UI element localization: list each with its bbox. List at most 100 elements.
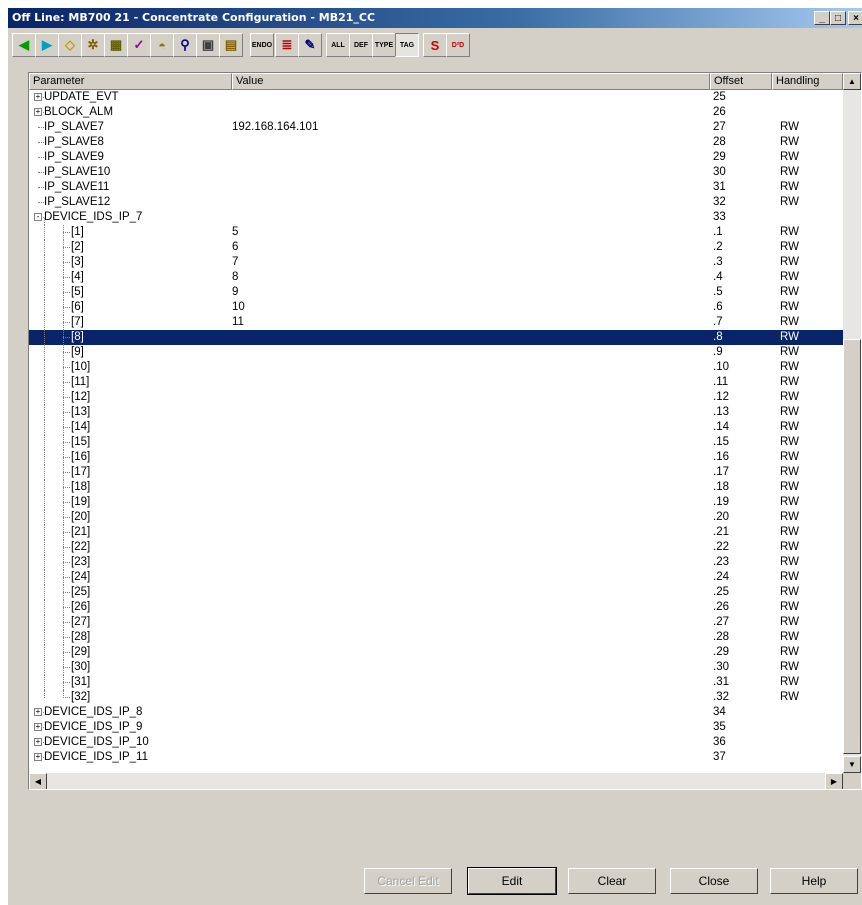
table-row[interactable]: [21] .21 RW [29,525,843,540]
device-edit-icon[interactable]: ▦ [104,33,128,57]
close-window-button[interactable]: × [848,11,862,25]
table-row[interactable]: [24] .24 RW [29,570,843,585]
wrench-icon[interactable]: ✓ [127,33,151,57]
table-row[interactable]: [11] .11 RW [29,375,843,390]
clear-button[interactable]: Clear [568,868,656,894]
table-row[interactable]: [12] .12 RW [29,390,843,405]
type-block-icon[interactable]: TYPE [372,33,396,57]
table-row[interactable]: IP_SLAVE9 29 RW [29,150,843,165]
table-row[interactable]: + DEVICE_IDS_IP_9 35 [29,720,843,735]
table-row[interactable]: [29] .29 RW [29,645,843,660]
table-row[interactable]: [13] .13 RW [29,405,843,420]
scroll-right-icon[interactable]: ▶ [825,773,843,789]
table-row[interactable]: [15] .15 RW [29,435,843,450]
table-row[interactable]: IP_SLAVE8 28 RW [29,135,843,150]
document-icon[interactable]: ▤ [219,33,243,57]
parameter-value[interactable]: 10 [232,300,245,315]
close-button[interactable]: Close [670,868,758,894]
column-header-parameter[interactable]: Parameter [29,73,232,90]
table-row[interactable]: [1] 5 .1 RW [29,225,843,240]
table-row[interactable]: [25] .25 RW [29,585,843,600]
pen-icon[interactable]: ✎ [298,33,322,57]
scroll-left-icon[interactable]: ◀ [29,773,47,789]
table-row[interactable]: [2] 6 .2 RW [29,240,843,255]
def-block-icon[interactable]: DEF [349,33,373,57]
table-row[interactable]: [32] .32 RW [29,690,843,705]
table-row[interactable]: + UPDATE_EVT 25 [29,90,843,105]
table-row[interactable]: [23] .23 RW [29,555,843,570]
maximize-button[interactable]: □ [830,11,846,25]
table-row[interactable]: IP_SLAVE7 192.168.164.101 27 RW [29,120,843,135]
table-row[interactable]: [8] .8 RW [29,330,843,345]
parameter-value[interactable]: 192.168.164.101 [232,120,318,135]
right-arrow-icon[interactable]: ▶ [35,33,59,57]
collapse-icon[interactable]: - [34,213,42,221]
column-header-value[interactable]: Value [232,73,710,90]
table-row[interactable]: + DEVICE_IDS_IP_10 36 [29,735,843,750]
table-row[interactable]: [28] .28 RW [29,630,843,645]
table-row[interactable]: [9] .9 RW [29,345,843,360]
calculator-icon[interactable]: ▣ [196,33,220,57]
d2d-icon[interactable]: D²D [446,33,470,57]
parameter-value[interactable]: 9 [232,285,238,300]
table-row[interactable]: [30] .30 RW [29,660,843,675]
expand-icon[interactable]: + [34,753,42,761]
expand-icon[interactable]: + [34,723,42,731]
tag-block-icon[interactable]: TAG [395,33,419,57]
scroll-thumb[interactable] [843,339,861,754]
expand-icon[interactable]: + [34,93,42,101]
table-row[interactable]: [26] .26 RW [29,600,843,615]
table-row[interactable]: [5] 9 .5 RW [29,285,843,300]
table-row[interactable]: + DEVICE_IDS_IP_11 37 [29,750,843,765]
expand-icon[interactable]: + [34,708,42,716]
column-header-offset[interactable]: Offset [710,73,772,90]
parameter-value[interactable]: 6 [232,240,238,255]
table-row[interactable]: IP_SLAVE12 32 RW [29,195,843,210]
all-block-icon[interactable]: ALL [326,33,350,57]
table-row[interactable]: [17] .17 RW [29,465,843,480]
minimize-button[interactable]: _ [814,11,830,25]
diamond-icon[interactable]: ◇ [58,33,82,57]
table-row[interactable]: + DEVICE_IDS_IP_8 34 [29,705,843,720]
table-row[interactable]: [18] .18 RW [29,480,843,495]
magnifier-icon[interactable]: ⚲ [173,33,197,57]
endo-icon[interactable]: ENDO [250,33,274,57]
table-row[interactable]: [7] 11.7 RW [29,315,843,330]
left-arrow-icon[interactable]: ◀ [12,33,36,57]
gear-icon[interactable]: ✲ [81,33,105,57]
table-row[interactable]: [22] .22 RW [29,540,843,555]
parameter-value[interactable]: 7 [232,255,238,270]
parameter-value[interactable]: 5 [232,225,238,240]
expand-icon[interactable]: + [34,738,42,746]
table-row[interactable]: [10] .10 RW [29,360,843,375]
table-row[interactable]: IP_SLAVE11 31 RW [29,180,843,195]
table-row[interactable]: [3] 7 .3 RW [29,255,843,270]
dome-icon[interactable]: ◓ [150,33,174,57]
list-arrow-icon[interactable]: ≣ [275,33,299,57]
table-row[interactable]: [4] 8 .4 RW [29,270,843,285]
parameter-grid[interactable]: Parameter Value Offset Handling + UPDATE_… [28,72,862,790]
table-row[interactable]: + BLOCK_ALM 26 [29,105,843,120]
expand-icon[interactable]: + [34,108,42,116]
cancel-edit-button[interactable]: Cancel Edit [364,868,452,894]
parameter-value[interactable]: 8 [232,270,238,285]
table-row[interactable]: [27] .27 RW [29,615,843,630]
table-row[interactable]: [6] 10.6 RW [29,300,843,315]
vertical-scrollbar[interactable]: ▲ ▼ [843,73,861,773]
scroll-up-icon[interactable]: ▲ [843,73,861,90]
edit-button[interactable]: Edit [467,867,557,895]
table-row[interactable]: [31] .31 RW [29,675,843,690]
table-row[interactable]: - DEVICE_IDS_IP_7 33 [29,210,843,225]
title-bar[interactable]: Off Line: MB700 21 - Concentrate Configu… [8,8,862,28]
horizontal-scrollbar[interactable]: ◀ ▶ [29,773,843,789]
table-row[interactable]: [19] .19 RW [29,495,843,510]
table-row[interactable]: [16] .16 RW [29,450,843,465]
table-row[interactable]: [14] .14 RW [29,420,843,435]
table-row[interactable]: [20] .20 RW [29,510,843,525]
table-row[interactable]: IP_SLAVE10 30 RW [29,165,843,180]
scroll-down-icon[interactable]: ▼ [843,756,861,773]
smar-icon[interactable]: S [423,33,447,57]
column-header-handling[interactable]: Handling [772,73,843,90]
help-button[interactable]: Help [770,868,858,894]
parameter-value[interactable]: 11 [232,315,244,330]
